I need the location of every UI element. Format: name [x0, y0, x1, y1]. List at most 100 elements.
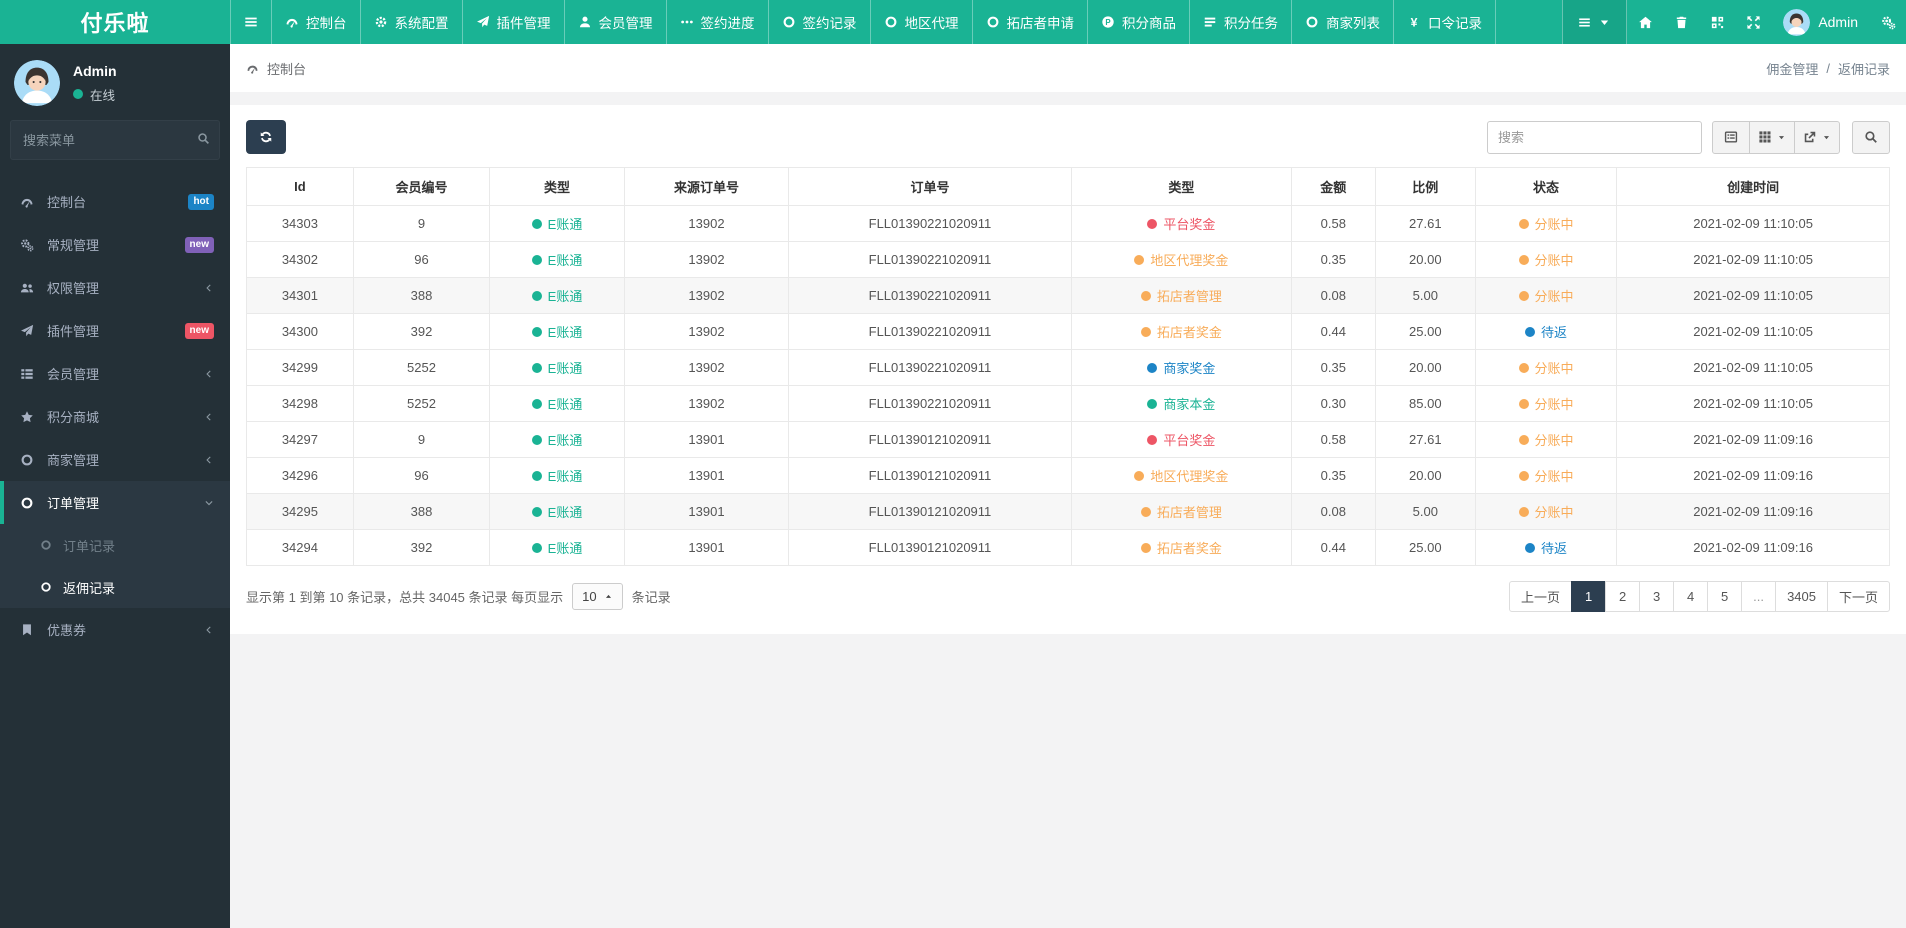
- cell-member: 5252: [352, 349, 491, 386]
- sidebar-item-8[interactable]: 订单记录: [0, 524, 230, 566]
- sidebar-toggle-button[interactable]: [230, 0, 271, 44]
- columns-dropdown-button[interactable]: [1749, 120, 1795, 154]
- sidebar-item-label: 订单管理: [47, 496, 100, 511]
- cell-account-type: E账通: [489, 385, 625, 422]
- clear-cache-button[interactable]: [1663, 0, 1699, 44]
- prev-page-button[interactable]: 上一页: [1509, 581, 1573, 612]
- cell-bonus-type: 拓店者奖金: [1070, 313, 1292, 350]
- export-dropdown-button[interactable]: [1794, 120, 1840, 154]
- home-button[interactable]: [1627, 0, 1663, 44]
- fullscreen-button[interactable]: [1735, 0, 1771, 44]
- menu-search-input[interactable]: [10, 120, 220, 160]
- cell-bonus-type: 地区代理奖金: [1070, 241, 1292, 278]
- cell-status: 分账中: [1474, 205, 1618, 242]
- cell-account-type: E账通: [489, 313, 625, 350]
- breadcrumb-dashboard[interactable]: 控制台: [267, 59, 306, 78]
- avatar[interactable]: [14, 60, 60, 106]
- cell-ratio: 20.00: [1374, 457, 1476, 494]
- topnav-item-4[interactable]: 签约进度: [665, 0, 768, 44]
- topnav-item-5[interactable]: 签约记录: [767, 0, 870, 44]
- status-dot-icon: [1518, 362, 1529, 373]
- topnav-item-1[interactable]: 系统配置: [359, 0, 462, 44]
- column-header: 会员编号: [352, 167, 491, 206]
- cell-member: 388: [352, 493, 491, 530]
- topnav-item-11[interactable]: ¥ 口令记录: [1393, 0, 1496, 44]
- topnav-item-6[interactable]: 地区代理: [869, 0, 972, 44]
- cell-member: 9: [352, 421, 491, 458]
- topnav-item-10[interactable]: 商家列表: [1291, 0, 1393, 44]
- search-icon: [197, 132, 210, 145]
- table-search-input[interactable]: [1487, 120, 1702, 154]
- sidebar-item-10[interactable]: 优惠券: [0, 608, 230, 651]
- qrcode-button[interactable]: [1699, 0, 1735, 44]
- topnav-item-label: 积分商品: [1122, 16, 1176, 31]
- breadcrumb-parent[interactable]: 佣金管理: [1766, 59, 1818, 78]
- brand-logo: 付乐啦: [80, 11, 150, 36]
- top-navbar: 付乐啦 控制台 系统配置 插件管理 会员管理 签约进度 签约记录 地区代理 拓店者申请 P 积分商…: [0, 0, 1906, 44]
- refresh-icon: [259, 130, 273, 144]
- nav-more-dropdown[interactable]: [1562, 0, 1628, 44]
- topnav-item-8[interactable]: P 积分商品: [1087, 0, 1189, 44]
- chevron-left-icon: [204, 283, 214, 293]
- sidebar-item-9[interactable]: 返佣记录: [0, 566, 230, 608]
- status-dot-icon: [1147, 362, 1158, 373]
- next-page-button[interactable]: 下一页: [1826, 581, 1890, 612]
- page-button-1[interactable]: 1: [1571, 581, 1607, 612]
- dashboard-icon: [246, 62, 259, 75]
- cell-order-no: FLL01390221020911: [788, 277, 1072, 314]
- topnav-item-9[interactable]: 积分任务: [1189, 0, 1291, 44]
- status-dot-icon: [1140, 290, 1151, 301]
- topnav-item-2[interactable]: 插件管理: [461, 0, 564, 44]
- cell-id: 34295: [246, 493, 354, 530]
- topnav-item-3[interactable]: 会员管理: [563, 0, 666, 44]
- status-dot-icon: [1518, 470, 1529, 481]
- topnav-item-0[interactable]: 控制台: [271, 0, 360, 44]
- column-header: 状态: [1474, 167, 1618, 206]
- page-size-value: 10: [582, 589, 597, 604]
- column-header: 来源订单号: [623, 167, 790, 206]
- cell-status: 分账中: [1474, 241, 1618, 278]
- column-header: 类型: [489, 167, 625, 206]
- cell-ratio: 27.61: [1374, 421, 1476, 458]
- cell-amount: 0.08: [1290, 493, 1376, 530]
- sidebar-item-7[interactable]: 订单管理: [0, 481, 230, 524]
- content-area: Id会员编号类型来源订单号订单号类型金额比例状态创建时间 343039E账通13…: [230, 92, 1906, 928]
- cell-source-order: 13902: [623, 241, 790, 278]
- page-button-5[interactable]: 5: [1707, 581, 1743, 612]
- cell-ratio: 85.00: [1374, 385, 1476, 422]
- cell-amount: 0.35: [1290, 349, 1376, 386]
- sidebar-item-3[interactable]: 插件管理 new: [0, 309, 230, 352]
- cell-order-no: FLL01390221020911: [788, 313, 1072, 350]
- sidebar-item-0[interactable]: 控制台 hot: [0, 180, 230, 223]
- page-button-2[interactable]: 2: [1605, 581, 1641, 612]
- sidebar-item-4[interactable]: 会员管理: [0, 352, 230, 395]
- page-button-3[interactable]: 3: [1639, 581, 1675, 612]
- status-dot-icon: [1518, 254, 1529, 265]
- cell-order-no: FLL01390121020911: [788, 457, 1072, 494]
- sidebar-item-6[interactable]: 商家管理: [0, 438, 230, 481]
- page-size-select[interactable]: 10: [572, 583, 623, 610]
- menu-badge: new: [184, 236, 214, 253]
- sidebar-item-label: 控制台: [47, 195, 87, 210]
- circle-icon: [782, 15, 796, 29]
- ellipsis-icon: [680, 15, 694, 29]
- page-button-3405[interactable]: 3405: [1775, 581, 1828, 612]
- sidebar-item-2[interactable]: 权限管理: [0, 266, 230, 309]
- sidebar-item-1[interactable]: 常规管理 new: [0, 223, 230, 266]
- settings-button[interactable]: [1870, 0, 1906, 44]
- cell-order-no: FLL01390221020911: [788, 205, 1072, 242]
- sidebar-item-5[interactable]: 积分商城: [0, 395, 230, 438]
- refresh-button[interactable]: [246, 120, 286, 154]
- cell-ratio: 5.00: [1374, 277, 1476, 314]
- user-menu[interactable]: Admin: [1771, 0, 1870, 44]
- circle-icon: [1305, 15, 1319, 29]
- topnav-item-7[interactable]: 拓店者申请: [971, 0, 1088, 44]
- table-row: 34294 392 E账通 13901 FLL01390121020911 拓店者奖金 0.…: [246, 529, 1890, 566]
- page-button-4[interactable]: 4: [1673, 581, 1709, 612]
- cell-status: 分账中: [1474, 277, 1618, 314]
- home-icon: [1638, 15, 1653, 30]
- detail-view-button[interactable]: [1712, 120, 1750, 154]
- cell-status: 分账中: [1474, 421, 1618, 458]
- topnav-item-label: 系统配置: [394, 16, 449, 31]
- search-button[interactable]: [1852, 120, 1890, 154]
